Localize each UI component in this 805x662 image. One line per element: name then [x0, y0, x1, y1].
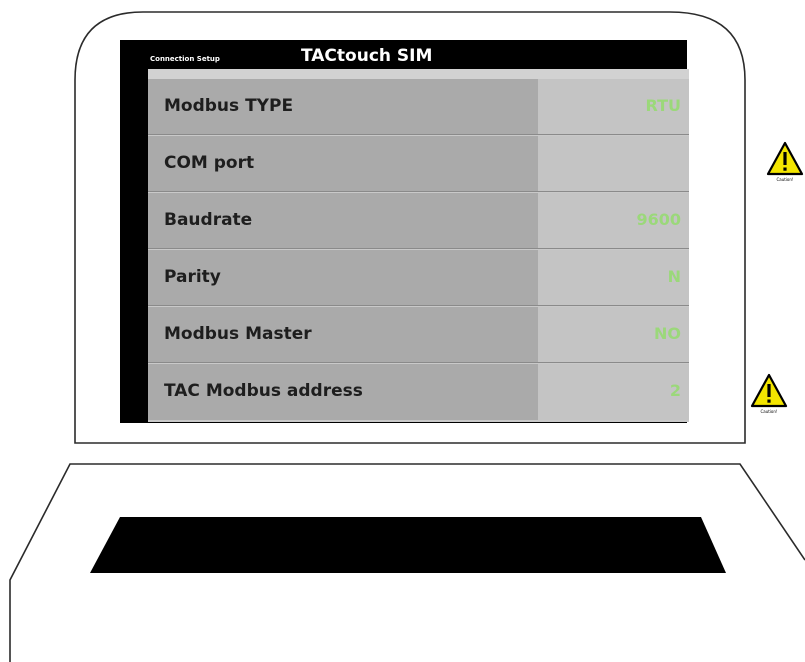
setting-label: TAC Modbus address — [164, 381, 363, 401]
setting-row-modbus-type[interactable]: Modbus TYPE RTU — [148, 79, 689, 135]
setting-label: Modbus Master — [164, 324, 312, 344]
settings-panel: Modbus TYPE RTU COM port Baudrate 9600 P… — [148, 69, 689, 422]
setting-value-cell — [538, 136, 689, 192]
warning-triangle-icon — [750, 373, 788, 408]
caution-sign: Caution! — [765, 140, 805, 188]
setting-label: Modbus TYPE — [164, 96, 294, 116]
caution-sign: Caution! — [749, 372, 789, 420]
row-divider — [148, 191, 689, 192]
device-illustration: Connection Setup TACtouch SIM Modbus TYP… — [0, 0, 805, 662]
setting-label: Baudrate — [164, 210, 253, 230]
warning-triangle-icon — [766, 141, 804, 176]
setting-row-com-port[interactable]: COM port — [148, 136, 689, 192]
screen-subtitle: Connection Setup — [150, 55, 220, 63]
setting-label: COM port — [164, 153, 255, 173]
setting-value: 9600 — [636, 210, 681, 229]
setting-value: RTU — [645, 96, 681, 115]
setting-value-cell — [538, 364, 689, 420]
caution-label: Caution! — [760, 409, 778, 414]
screen-title: TACtouch SIM — [301, 46, 433, 66]
screen-title-bar: Connection Setup TACtouch SIM — [120, 40, 687, 68]
touchscreen: Connection Setup TACtouch SIM Modbus TYP… — [120, 40, 689, 423]
setting-row-modbus-master[interactable]: Modbus Master NO — [148, 307, 689, 363]
caution-label: Caution! — [776, 177, 794, 182]
panel-top-strip — [148, 69, 689, 79]
row-divider — [148, 134, 689, 135]
setting-value: N — [667, 267, 681, 286]
setting-value-cell — [538, 250, 689, 306]
setting-label: Parity — [164, 267, 221, 287]
row-divider — [148, 305, 689, 306]
keyboard-slot — [90, 517, 726, 573]
row-divider — [148, 248, 689, 249]
setting-row-parity[interactable]: Parity N — [148, 250, 689, 306]
setting-row-baudrate[interactable]: Baudrate 9600 — [148, 193, 689, 249]
setting-value: 2 — [669, 381, 681, 400]
setting-value: NO — [654, 324, 681, 343]
setting-row-tac-modbus-address[interactable]: TAC Modbus address 2 — [148, 364, 689, 420]
row-divider — [148, 362, 689, 363]
